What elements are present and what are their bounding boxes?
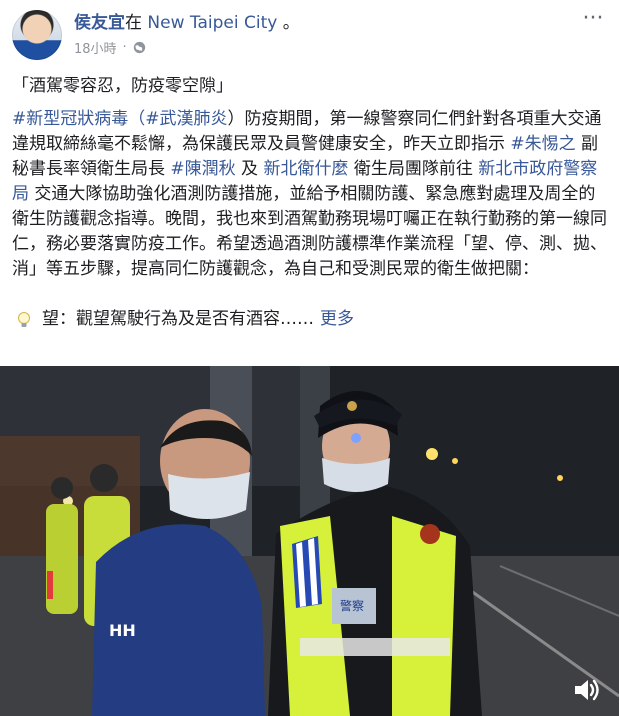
- hashtag-link[interactable]: #新型冠狀病毒: [12, 109, 128, 129]
- post-body: #新型冠狀病毒（#武漢肺炎）防疫期間，第一線警察同仁們針對各項重大交通違規取締絲…: [12, 107, 612, 282]
- hashtag-link[interactable]: （: [128, 109, 145, 129]
- post-header: 侯友宜在 New Taipei City 。 18小時 · ···: [12, 8, 607, 62]
- avatar[interactable]: [12, 10, 62, 60]
- post-meta: 18小時 ·: [74, 38, 146, 57]
- body-text-segment: 及: [235, 159, 264, 179]
- lightbulb-icon: [18, 311, 30, 327]
- location-suffix: 。: [282, 13, 300, 33]
- author-line: 侯友宜在 New Taipei City 。: [74, 12, 300, 34]
- tip-line: 望：觀望駕駛行為及是否有酒容…… 更多: [12, 307, 612, 332]
- vest-label: 警察: [340, 598, 364, 613]
- more-options-icon[interactable]: ···: [579, 8, 607, 30]
- post-photo[interactable]: HH 警察: [0, 366, 619, 716]
- hashtag-link[interactable]: 新北衛什麼: [263, 159, 348, 179]
- post-text: 「酒駕零容忍，防疫零空隙」 #新型冠狀病毒（#武漢肺炎）防疫期間，第一線警察同仁…: [12, 74, 612, 332]
- post-title: 「酒駕零容忍，防疫零空隙」: [12, 76, 233, 96]
- meta-separator: ·: [122, 40, 127, 55]
- body-text-segment: 交通大隊協助強化酒測防護措施，並給予相關防護、緊急應對處理及周全的衛生防護觀念指…: [12, 184, 607, 279]
- tip-text: 望：觀望駕駛行為及是否有酒容……: [42, 309, 314, 329]
- author-name[interactable]: 侯友宜: [74, 13, 125, 33]
- hashtag-link[interactable]: #武漢肺炎: [145, 109, 227, 129]
- photo-scene: HH 警察: [0, 366, 619, 716]
- body-text-segment: 衛生局團隊前往: [348, 159, 479, 179]
- location-link[interactable]: New Taipei City: [147, 13, 277, 33]
- see-more-link[interactable]: 更多: [320, 307, 354, 332]
- speaker-icon[interactable]: [573, 678, 601, 702]
- svg-text:HH: HH: [109, 621, 136, 640]
- location-prefix: 在: [125, 13, 142, 33]
- timestamp[interactable]: 18小時: [74, 38, 117, 57]
- hashtag-link[interactable]: #朱惕之: [510, 134, 575, 154]
- globe-icon[interactable]: [133, 41, 146, 54]
- hashtag-link[interactable]: #陳潤秋: [170, 159, 235, 179]
